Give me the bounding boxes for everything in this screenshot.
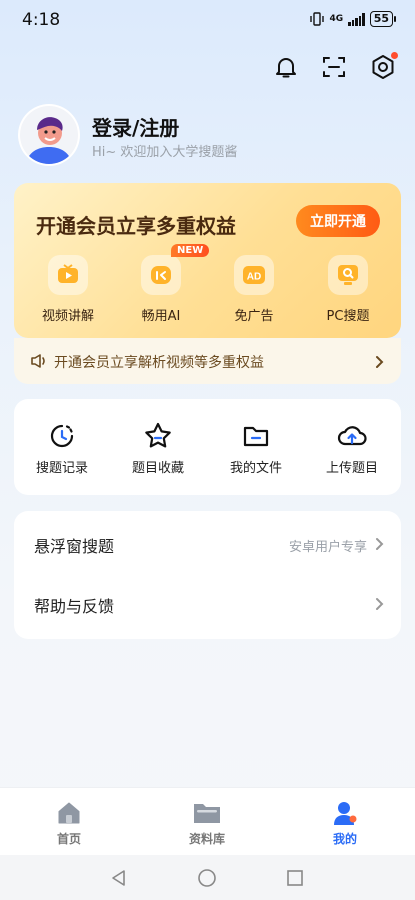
notification-dot	[391, 52, 398, 59]
list-item-label: 帮助与反馈	[34, 597, 115, 616]
tool-favorites[interactable]: 题目收藏	[118, 421, 198, 476]
perk-pc-search[interactable]: PC搜题	[308, 255, 388, 324]
nav-library[interactable]: 资料库	[167, 800, 247, 847]
back-icon[interactable]	[108, 867, 130, 889]
home-button-icon[interactable]	[196, 867, 218, 889]
nav-me[interactable]: 我的	[305, 800, 385, 847]
nav-label: 我的	[332, 832, 357, 846]
tool-label: 题目收藏	[131, 461, 184, 476]
perk-no-ads[interactable]: AD 免广告	[214, 255, 294, 324]
tool-label: 上传题目	[325, 461, 378, 476]
chevron-right-icon	[375, 596, 385, 615]
system-nav-bar	[0, 855, 415, 900]
status-bar: 4:18 4G 55	[0, 0, 415, 40]
bottom-nav: 首页 资料库 我的	[0, 787, 415, 855]
avatar[interactable]	[20, 106, 78, 164]
perk-label: PC搜题	[326, 309, 370, 324]
vip-notice-text: 开通会员立享解析视频等多重权益	[54, 355, 264, 371]
tool-label: 我的文件	[229, 461, 282, 476]
folder-icon	[194, 804, 220, 823]
tool-label: 搜题记录	[35, 461, 88, 476]
list-item-help-feedback[interactable]: 帮助与反馈	[14, 573, 401, 637]
tool-my-files[interactable]: 我的文件	[216, 421, 296, 476]
settings-list: 悬浮窗搜题 安卓用户专享 帮助与反馈	[14, 511, 401, 639]
battery-level: 55	[369, 11, 397, 27]
vip-title: 开通会员立享多重权益	[36, 214, 236, 238]
list-item-hint: 安卓用户专享	[288, 539, 367, 555]
welcome-text: Hi~ 欢迎加入大学搜题酱	[92, 145, 238, 160]
login-register-link[interactable]: 登录/注册	[92, 112, 179, 141]
cloud-upload-icon	[337, 426, 367, 446]
vip-notice-bar[interactable]: 开通会员立享解析视频等多重权益	[14, 338, 401, 384]
tv-icon	[48, 255, 88, 295]
nav-label: 资料库	[188, 832, 225, 846]
settings-icon[interactable]	[368, 52, 398, 82]
chevron-right-icon	[375, 354, 385, 373]
perk-ai[interactable]: 畅用AI	[121, 255, 201, 324]
tools-card: 搜题记录 题目收藏 我的文件 上传题目	[14, 399, 401, 495]
status-icons: 4G 55	[309, 11, 397, 27]
user-icon	[334, 802, 357, 825]
open-vip-button[interactable]: 立即开通	[296, 205, 380, 237]
new-badge: NEW	[171, 244, 210, 257]
tool-upload-question[interactable]: 上传题目	[312, 421, 392, 476]
scan-icon[interactable]	[319, 52, 349, 82]
pc-search-icon	[328, 255, 368, 295]
network-type: 4G	[329, 13, 344, 24]
status-time: 4:18	[22, 10, 61, 30]
perk-label: 视频讲解	[41, 309, 94, 324]
svg-text:AD: AD	[247, 272, 261, 283]
list-item-label: 悬浮窗搜题	[34, 537, 115, 556]
perk-label: 畅用AI	[141, 309, 181, 324]
star-icon	[145, 422, 171, 448]
perk-label: 免广告	[234, 309, 274, 324]
bell-icon[interactable]	[271, 52, 301, 82]
vibrate-icon	[309, 12, 325, 26]
ai-icon	[141, 255, 181, 295]
signal-icon	[348, 12, 365, 26]
list-item-floating-window[interactable]: 悬浮窗搜题 安卓用户专享	[14, 513, 401, 577]
ad-icon: AD	[234, 255, 274, 295]
speaker-icon	[30, 353, 48, 373]
tool-search-history[interactable]: 搜题记录	[22, 421, 102, 476]
perk-video[interactable]: 视频讲解	[28, 255, 108, 324]
folder-icon	[243, 426, 269, 447]
nav-label: 首页	[56, 832, 81, 846]
clock-icon	[50, 424, 74, 448]
recents-icon[interactable]	[284, 867, 306, 889]
home-icon	[58, 802, 80, 824]
chevron-right-icon	[375, 536, 385, 555]
nav-home[interactable]: 首页	[29, 800, 109, 847]
vip-card[interactable]: 开通会员立享多重权益 立即开通 视频讲解 畅用AI AD 免广告 PC搜题 NE…	[14, 183, 401, 338]
